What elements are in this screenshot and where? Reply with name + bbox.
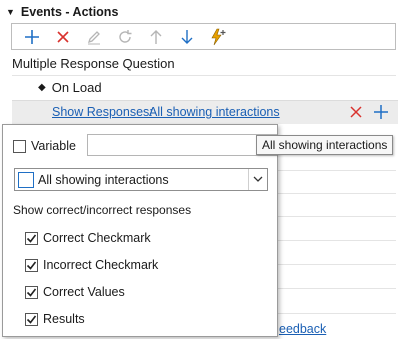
action-value-link[interactable]: All showing interactions <box>149 105 280 119</box>
section-label: Show correct/incorrect responses <box>13 203 192 217</box>
option-label: Incorrect Checkmark <box>43 258 159 272</box>
tooltip: All showing interactions <box>256 135 394 155</box>
plus-icon <box>24 29 39 44</box>
variable-checkbox-row[interactable]: Variable <box>13 139 76 153</box>
arrow-up-icon <box>150 29 161 44</box>
event-row-on-load[interactable]: ◆ On Load <box>38 80 102 95</box>
arrow-down-icon <box>181 29 192 44</box>
chevron-down-icon[interactable] <box>248 169 267 190</box>
variable-input[interactable] <box>87 134 277 156</box>
close-icon <box>56 30 69 43</box>
interaction-dropdown[interactable]: All showing interactions <box>14 168 268 191</box>
pencil-icon <box>87 30 100 44</box>
refresh-button[interactable] <box>109 25 140 49</box>
add-sub-action-button[interactable] <box>373 103 389 124</box>
option-label: Correct Values <box>43 285 125 299</box>
edit-action-button[interactable] <box>78 25 109 49</box>
option-label: Correct Checkmark <box>43 231 151 245</box>
object-title: Multiple Response Question <box>12 56 175 71</box>
action-label-link[interactable]: Show Responses: <box>52 105 153 119</box>
move-up-button[interactable] <box>140 25 171 49</box>
event-label: On Load <box>51 80 102 95</box>
checkbox-correct-checkmark[interactable] <box>25 231 38 245</box>
row-divider <box>12 75 396 76</box>
add-event-button[interactable] <box>202 25 233 49</box>
checkmark-icon <box>26 234 37 243</box>
dropdown-selected-value: All showing interactions <box>38 172 169 187</box>
option-label: Results <box>43 312 85 326</box>
checkbox-correct-values[interactable] <box>25 285 38 299</box>
collapse-triangle-icon[interactable]: ▼ <box>6 7 15 17</box>
option-results[interactable]: Results <box>25 312 85 326</box>
variable-checkbox[interactable] <box>13 139 26 153</box>
checkbox-results[interactable] <box>25 312 38 326</box>
remove-action-button[interactable] <box>349 103 363 124</box>
variable-label: Variable <box>31 139 76 153</box>
move-down-button[interactable] <box>171 25 202 49</box>
refresh-icon <box>118 29 131 43</box>
diamond-icon: ◆ <box>38 82 46 93</box>
checkmark-icon <box>26 288 37 297</box>
action-row-show-responses[interactable]: Show Responses: All showing interactions <box>12 100 398 124</box>
checkbox-incorrect-checkmark[interactable] <box>25 258 38 272</box>
checkmark-icon <box>26 261 37 270</box>
show-responses-popup: Variable All showing interactions Show c… <box>2 124 278 337</box>
add-action-button[interactable] <box>16 25 47 49</box>
lightning-add-icon <box>210 28 225 45</box>
feedback-link[interactable]: eedback <box>279 322 326 336</box>
delete-action-button[interactable] <box>47 25 78 49</box>
option-correct-values[interactable]: Correct Values <box>25 285 125 299</box>
option-correct-checkmark[interactable]: Correct Checkmark <box>25 231 151 245</box>
events-actions-header[interactable]: ▼ Events - Actions <box>6 3 118 21</box>
close-icon <box>350 106 362 118</box>
option-incorrect-checkmark[interactable]: Incorrect Checkmark <box>25 258 158 272</box>
dropdown-checkbox[interactable] <box>18 171 34 188</box>
checkmark-icon <box>26 315 37 324</box>
section-title: Events - Actions <box>20 5 119 19</box>
plus-icon <box>374 105 388 119</box>
actions-toolbar <box>11 23 396 50</box>
